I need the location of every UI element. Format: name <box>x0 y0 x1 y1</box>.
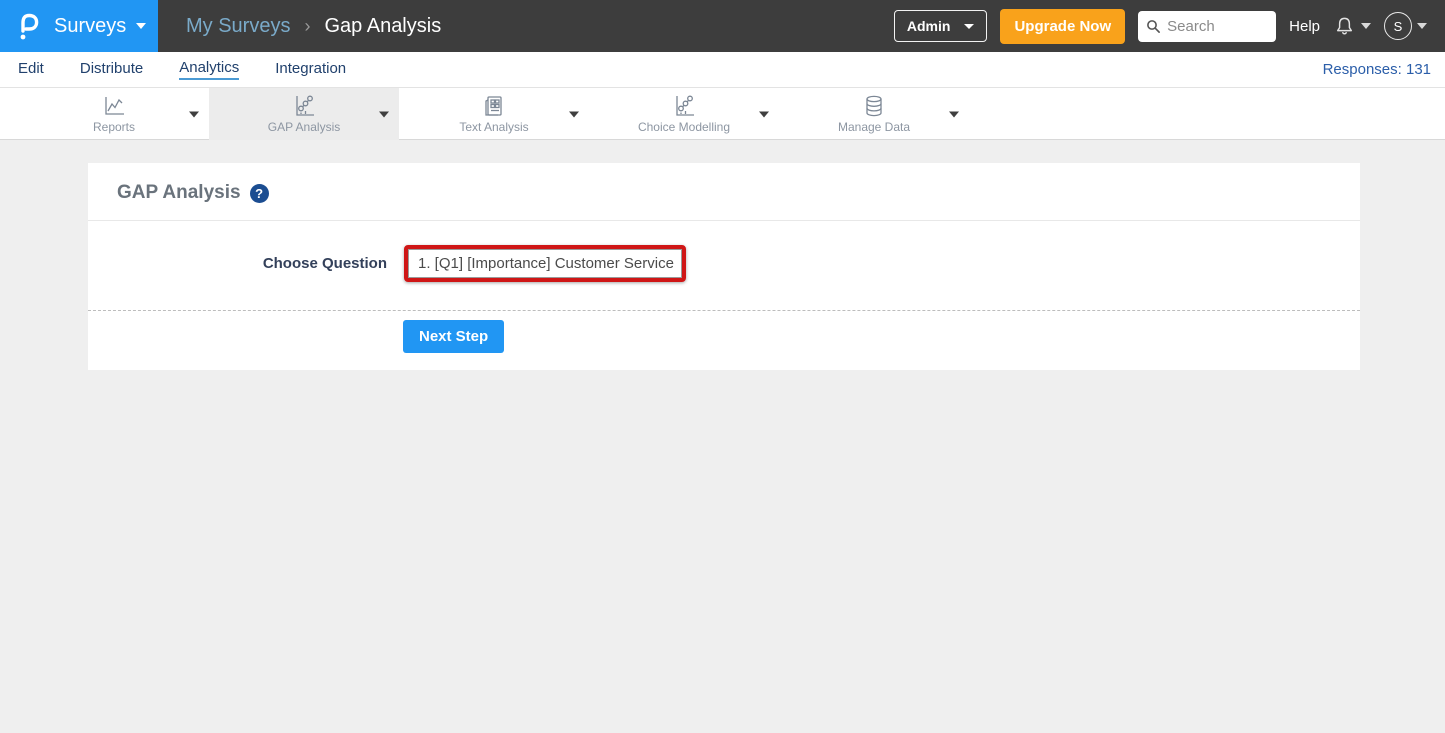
question-select-value: 1. [Q1] [Importance] Customer Service <box>418 255 674 272</box>
bubble-chart-icon <box>291 94 317 118</box>
help-link[interactable]: Help <box>1289 18 1320 35</box>
proprofs-logo-icon <box>16 11 42 41</box>
breadcrumb: My Surveys › Gap Analysis <box>186 15 441 38</box>
chevron-down-icon[interactable] <box>949 111 959 117</box>
tab-gap-analysis[interactable]: GAP Analysis <box>209 88 399 140</box>
product-switcher[interactable]: Surveys <box>0 0 158 52</box>
avatar: S <box>1384 12 1412 40</box>
choose-question-row: Choose Question 1. [Q1] [Importance] Cus… <box>88 221 1360 310</box>
choose-question-label: Choose Question <box>88 255 387 272</box>
chevron-down-icon <box>1361 23 1371 29</box>
chevron-down-icon <box>136 23 146 29</box>
breadcrumb-current: Gap Analysis <box>324 15 441 38</box>
tab-reports[interactable]: Reports <box>19 88 209 140</box>
account-menu[interactable]: S <box>1384 12 1427 40</box>
admin-label: Admin <box>907 18 951 34</box>
header-actions: Admin Upgrade Now Help S <box>894 9 1445 44</box>
upgrade-now-button[interactable]: Upgrade Now <box>1000 9 1125 44</box>
search-box <box>1138 11 1276 42</box>
card-footer: Next Step <box>88 311 1360 370</box>
annotation-highlight: 1. [Q1] [Importance] Customer Service <box>404 245 686 282</box>
line-chart-icon <box>101 94 127 118</box>
tab-label: GAP Analysis <box>268 120 340 134</box>
page-title: GAP Analysis <box>117 182 241 204</box>
tab-manage-data[interactable]: Manage Data <box>779 88 969 140</box>
chevron-down-icon[interactable] <box>379 111 389 117</box>
chevron-down-icon[interactable] <box>759 111 769 117</box>
survey-menubar: Edit Distribute Analytics Integration Re… <box>0 52 1445 88</box>
tab-choice-modelling[interactable]: Choice Modelling <box>589 88 779 140</box>
menu-item-edit[interactable]: Edit <box>18 60 44 79</box>
bell-icon <box>1333 14 1356 39</box>
database-icon <box>861 94 887 118</box>
tab-label: Choice Modelling <box>638 120 730 134</box>
tab-label: Text Analysis <box>459 120 528 134</box>
search-icon <box>1146 19 1161 34</box>
responses-count: Responses: 131 <box>1323 61 1431 78</box>
main-content: GAP Analysis ? Choose Question 1. [Q1] [… <box>0 140 1445 370</box>
breadcrumb-separator: › <box>304 16 310 37</box>
question-select[interactable]: 1. [Q1] [Importance] Customer Service <box>408 249 682 278</box>
menu-item-distribute[interactable]: Distribute <box>80 60 143 79</box>
gap-analysis-card: GAP Analysis ? Choose Question 1. [Q1] [… <box>88 163 1360 370</box>
next-step-button[interactable]: Next Step <box>403 320 504 353</box>
notifications-menu[interactable] <box>1333 14 1371 39</box>
chevron-down-icon <box>964 24 974 29</box>
chevron-down-icon <box>1417 23 1427 29</box>
tab-text-analysis[interactable]: Text Analysis <box>399 88 589 140</box>
breadcrumb-my-surveys[interactable]: My Surveys <box>186 15 290 38</box>
chevron-down-icon[interactable] <box>569 111 579 117</box>
tab-label: Reports <box>93 120 135 134</box>
tab-label: Manage Data <box>838 120 910 134</box>
search-input[interactable] <box>1167 18 1268 35</box>
help-icon[interactable]: ? <box>250 184 269 203</box>
product-name: Surveys <box>54 15 126 38</box>
top-header: Surveys My Surveys › Gap Analysis Admin … <box>0 0 1445 52</box>
document-icon <box>481 94 507 118</box>
menu-item-analytics[interactable]: Analytics <box>179 59 239 80</box>
menu-item-integration[interactable]: Integration <box>275 60 346 79</box>
admin-dropdown-button[interactable]: Admin <box>894 10 988 42</box>
bubble-chart-icon <box>671 94 697 118</box>
analytics-tabbar: Reports GAP Analysis Text Analysis <box>0 88 1445 140</box>
chevron-down-icon[interactable] <box>189 111 199 117</box>
card-header: GAP Analysis ? <box>88 163 1360 221</box>
